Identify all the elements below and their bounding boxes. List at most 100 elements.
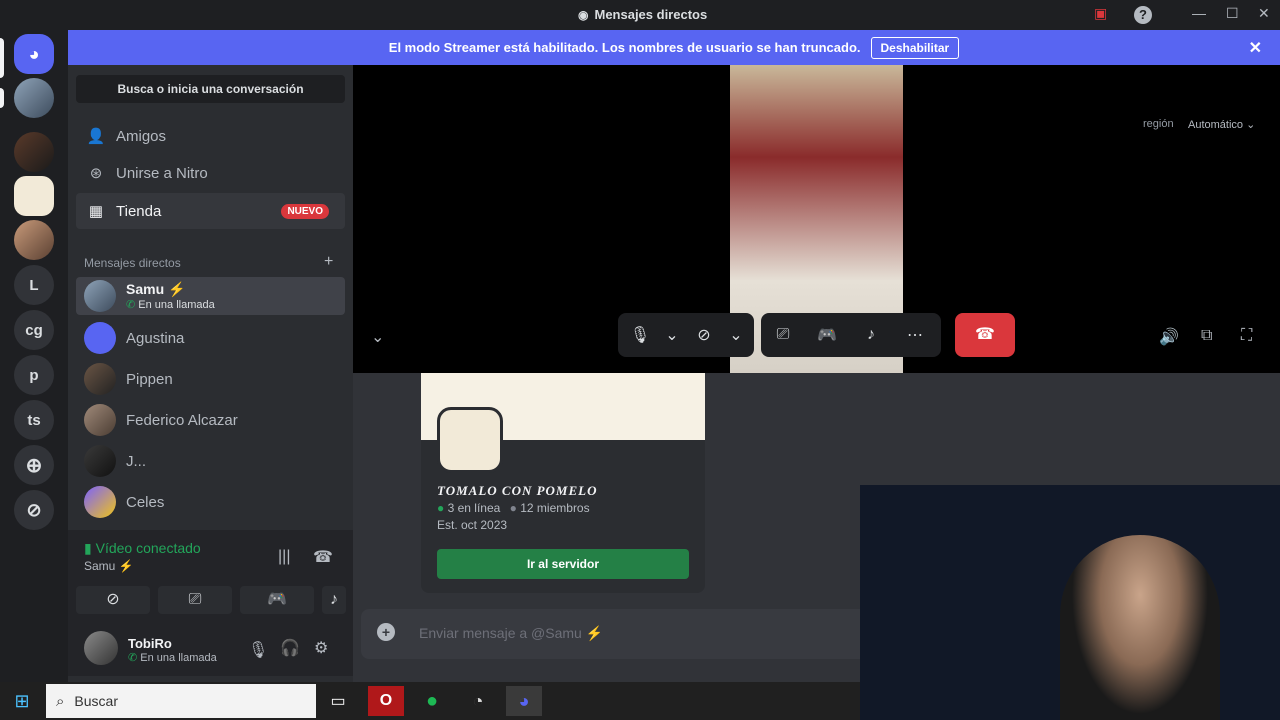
dm-name: Samu ⚡: [126, 281, 186, 297]
add-dm-icon[interactable]: +: [324, 253, 333, 271]
region-select[interactable]: Automático ⌄: [1188, 118, 1255, 131]
chevron-down-icon[interactable]: ⌄: [726, 325, 746, 345]
server-p[interactable]: p: [14, 355, 54, 395]
activity-button[interactable]: 🎮: [240, 586, 314, 614]
message-composer: + Enviar mensaje a @Samu ⚡: [361, 609, 881, 659]
phone-icon: ✆: [128, 652, 138, 664]
nav-friends[interactable]: 👤 Amigos: [76, 118, 345, 154]
server-avatar[interactable]: [14, 78, 54, 118]
app-icon[interactable]: ◔: [460, 686, 496, 716]
activity-controls: ⎚ 🎮 ♪ ⋯: [761, 313, 941, 357]
activity-icon[interactable]: 🎮: [805, 325, 849, 345]
dm-item[interactable]: Celes: [76, 483, 345, 521]
settings-icon[interactable]: ⚙: [314, 638, 328, 658]
windows-start-icon[interactable]: ⊞: [4, 686, 40, 716]
search-input[interactable]: Busca o inicia una conversación: [76, 75, 345, 103]
camera-off-icon[interactable]: ⊘: [682, 325, 726, 345]
server-name: TOMALO CON POMELO: [437, 483, 598, 498]
add-server-icon[interactable]: ⊕: [14, 445, 54, 485]
microphone-icon[interactable]: 🎙: [618, 325, 662, 345]
unread-pill: [0, 88, 4, 108]
noise-suppression-icon[interactable]: |||: [278, 548, 290, 566]
title-bar: ◉ Mensajes directos ▣ ? — ☐ ✕: [0, 0, 1280, 30]
friends-icon: 👤: [86, 128, 106, 145]
server-avatar[interactable]: [14, 176, 54, 216]
voice-panel: ▮ Vídeo conectado Samu ⚡ ||| ☎ ⊘ ⎚ 🎮 ♪: [68, 530, 353, 624]
server-stats: ● 3 en línea ● 12 miembros: [437, 501, 590, 515]
server-rail: ◕ L cg p ts ⊕ ⊘: [0, 30, 68, 682]
discord-icon: ◉: [578, 7, 589, 22]
user-panel: TobiRo ✆ En una llamada 🎙 🎧 ⚙: [68, 624, 353, 676]
screen-share-icon[interactable]: ⎚: [761, 326, 805, 344]
voice-channel: Samu ⚡: [84, 559, 134, 573]
screen-share-button[interactable]: ⎚: [158, 586, 232, 614]
popout-icon[interactable]: ⧉: [1201, 327, 1212, 345]
avatar[interactable]: [84, 631, 118, 665]
server-cg[interactable]: cg: [14, 310, 54, 350]
microphone-icon[interactable]: 🎙: [248, 640, 268, 660]
fullscreen-icon[interactable]: ⛶: [1241, 327, 1252, 345]
nav-shop[interactable]: ▦ Tienda NUEVO: [76, 193, 345, 229]
headphones-icon[interactable]: 🎧: [280, 638, 300, 658]
online-dot: ●: [437, 501, 445, 515]
dm-item[interactable]: J...: [76, 442, 345, 480]
nav-nitro[interactable]: ⊛ Unirse a Nitro: [76, 155, 345, 191]
discord-taskbar-icon[interactable]: ◕: [506, 686, 542, 716]
dm-item[interactable]: Pippen: [76, 360, 345, 398]
dm-item[interactable]: Agustina: [76, 319, 345, 357]
avatar: [84, 404, 116, 436]
volume-icon[interactable]: 🔊: [1159, 327, 1179, 347]
opera-icon[interactable]: O: [368, 686, 404, 716]
task-view-icon[interactable]: ▭: [320, 686, 356, 716]
maximize-button[interactable]: ☐: [1226, 5, 1239, 22]
windows-taskbar: ⊞ ⌕ Buscar ▭ O ● ◔ ◕: [0, 682, 860, 720]
video-call-area: región Automático ⌄ ⌄ 🎙 ⌄ ⊘ ⌄ ⎚ 🎮 ♪ ⋯ ☎ …: [353, 65, 1280, 373]
home-button[interactable]: ◕: [14, 34, 54, 74]
dm-item[interactable]: Federico Alcazar: [76, 401, 345, 439]
chevron-down-icon[interactable]: ⌄: [371, 327, 384, 347]
message-input[interactable]: Enviar mensaje a @Samu ⚡: [419, 625, 603, 642]
disconnect-icon[interactable]: ☎: [313, 547, 333, 567]
new-badge: NUEVO: [281, 203, 329, 219]
soundboard-button[interactable]: ♪: [322, 586, 346, 614]
spotify-icon[interactable]: ●: [414, 686, 450, 716]
dm-name: Pippen: [126, 370, 173, 388]
soundboard-icon[interactable]: ♪: [849, 326, 893, 344]
chevron-down-icon[interactable]: ⌄: [662, 325, 682, 345]
discover-icon[interactable]: ⊘: [14, 490, 54, 530]
server-invite-card: TOMALO CON POMELO ● 3 en línea ● 12 miem…: [421, 373, 705, 593]
close-window-button[interactable]: ✕: [1258, 5, 1270, 22]
dm-name: Federico Alcazar: [126, 411, 238, 429]
server-avatar[interactable]: [14, 132, 54, 172]
dm-name: Agustina: [126, 329, 185, 347]
dm-item[interactable]: Samu ⚡ ✆ En una llamada: [76, 277, 345, 315]
disable-streamer-button[interactable]: Deshabilitar: [870, 36, 960, 59]
selected-pill: [0, 38, 4, 78]
server-icon: [437, 407, 503, 473]
dm-header: Mensajes directos: [84, 256, 181, 270]
video-toggle-button[interactable]: ⊘: [76, 586, 150, 614]
nitro-icon: ⊛: [89, 165, 103, 182]
close-icon[interactable]: ✕: [1249, 38, 1262, 58]
more-icon[interactable]: ⋯: [893, 325, 937, 345]
server-ts[interactable]: ts: [14, 400, 54, 440]
server-l[interactable]: L: [14, 265, 54, 305]
taskbar-search[interactable]: ⌕ Buscar: [46, 684, 316, 718]
screen-share-icon[interactable]: ▣: [1094, 5, 1107, 22]
window-title: ◉ Mensajes directos: [578, 7, 708, 22]
help-icon[interactable]: ?: [1134, 6, 1152, 24]
join-server-button[interactable]: Ir al servidor: [437, 549, 689, 579]
webcam-overlay: [860, 485, 1280, 720]
minimize-button[interactable]: —: [1192, 5, 1206, 21]
add-attachment-icon[interactable]: +: [377, 623, 395, 641]
chevron-down-icon: ⌄: [1246, 119, 1256, 131]
server-avatar[interactable]: [14, 220, 54, 260]
dm-name: J...: [126, 452, 147, 470]
media-controls: 🎙 ⌄ ⊘ ⌄: [618, 313, 754, 357]
hang-up-button[interactable]: ☎: [955, 313, 1015, 357]
avatar: [84, 280, 116, 312]
user-status: ✆ En una llamada: [128, 652, 217, 664]
user-name: TobiRo: [128, 636, 172, 651]
avatar: [84, 486, 116, 518]
streamer-mode-banner: El modo Streamer está habilitado. Los no…: [68, 30, 1280, 65]
